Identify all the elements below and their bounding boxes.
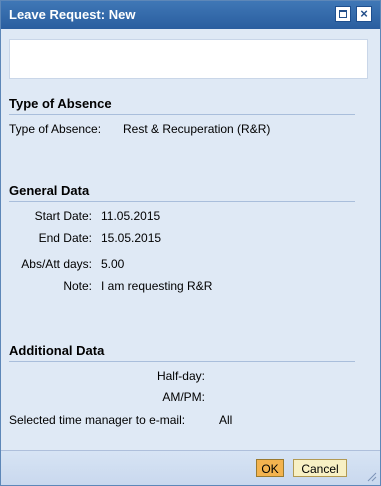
- section-divider: [9, 361, 355, 362]
- time-manager-value: All: [219, 413, 233, 427]
- dialog-footer: OK Cancel: [1, 450, 380, 485]
- section-divider: [9, 114, 355, 115]
- section-divider: [9, 201, 355, 202]
- dialog-title: Leave Request: New: [9, 7, 136, 22]
- half-day-label: Half-day:: [156, 369, 205, 383]
- maximize-icon: [339, 10, 347, 18]
- note-label: Note:: [63, 279, 92, 293]
- time-manager-label: Selected time manager to e-mail:: [9, 413, 186, 427]
- end-date-label: End Date:: [38, 231, 92, 245]
- note-value: I am requesting R&R: [101, 279, 213, 293]
- end-date-value: 15.05.2015: [101, 231, 162, 245]
- start-date-value: 11.05.2015: [101, 209, 161, 223]
- maximize-button[interactable]: [335, 6, 351, 22]
- section-type-of-absence-heading: Type of Absence: [9, 96, 112, 111]
- message-area: [9, 39, 368, 79]
- title-bar[interactable]: Leave Request: New ×: [1, 1, 380, 29]
- abs-att-days-label: Abs/Att days:: [21, 257, 92, 271]
- start-date-label: Start Date:: [34, 209, 92, 223]
- ok-button[interactable]: OK: [256, 459, 284, 477]
- cancel-button[interactable]: Cancel: [293, 459, 347, 477]
- close-button[interactable]: ×: [356, 6, 372, 22]
- section-general-data-heading: General Data: [9, 183, 90, 198]
- abs-att-days-value: 5.00: [101, 257, 125, 271]
- leave-request-dialog: Leave Request: New × Type of Absence Typ…: [0, 0, 381, 486]
- am-pm-label: AM/PM:: [162, 390, 205, 404]
- close-icon: ×: [360, 6, 368, 21]
- section-additional-data-heading: Additional Data: [9, 343, 105, 358]
- type-of-absence-value: Rest & Recuperation (R&R): [123, 122, 271, 136]
- resize-grip-icon[interactable]: [367, 472, 377, 482]
- type-of-absence-label: Type of Absence:: [9, 122, 102, 136]
